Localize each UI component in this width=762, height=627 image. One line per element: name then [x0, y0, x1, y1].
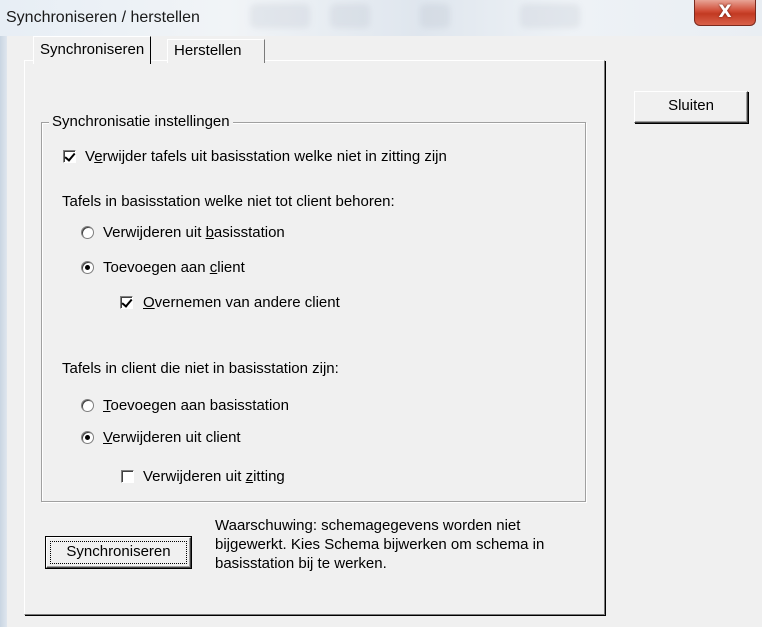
remove-from-session-checkbox[interactable]	[121, 470, 134, 483]
section2-label: Tafels in client die niet in basisstatio…	[62, 360, 339, 377]
tab-label: Synchroniseren	[40, 41, 145, 58]
button-label: Sluiten	[668, 97, 714, 114]
section1-label: Tafels in basisstation welke niet tot cl…	[62, 193, 395, 210]
add-to-base-label[interactable]: Toevoegen aan basisstation	[103, 397, 289, 414]
tab-label: Herstellen	[174, 42, 242, 59]
warning-text: Waarschuwing: schemagegevens worden niet…	[215, 517, 545, 572]
remove-tables-checkbox[interactable]	[63, 150, 76, 163]
tab-herstellen[interactable]: Herstellen	[167, 39, 265, 63]
remove-from-session-label[interactable]: Verwijderen uit zitting	[143, 468, 285, 485]
take-over-checkbox[interactable]	[120, 296, 133, 309]
synchroniseren-button[interactable]: Synchroniseren	[46, 537, 191, 568]
remove-from-base-radio[interactable]	[81, 226, 94, 239]
close-icon: X	[718, 2, 732, 22]
add-to-client-radio[interactable]	[81, 261, 94, 274]
tab-synchroniseren[interactable]: Synchroniseren	[33, 36, 152, 64]
close-window-button[interactable]: X	[694, 0, 756, 26]
remove-from-client-radio[interactable]	[81, 431, 94, 444]
remove-tables-label[interactable]: Verwijder tafels uit basisstation welke …	[85, 148, 447, 165]
button-label: Synchroniseren	[66, 543, 171, 560]
sluiten-button[interactable]: Sluiten	[634, 91, 748, 123]
window-frame	[0, 36, 7, 627]
group-title: Synchronisatie instellingen	[49, 113, 233, 130]
title-bar: Synchroniseren / herstellen X	[0, 0, 762, 36]
take-over-label[interactable]: Overnemen van andere client	[143, 294, 340, 311]
remove-from-client-label[interactable]: Verwijderen uit client	[103, 429, 241, 446]
add-to-base-radio[interactable]	[81, 399, 94, 412]
window-title: Synchroniseren / herstellen	[6, 9, 200, 26]
add-to-client-label[interactable]: Toevoegen aan client	[103, 259, 245, 276]
remove-from-base-label[interactable]: Verwijderen uit basisstation	[103, 224, 285, 241]
